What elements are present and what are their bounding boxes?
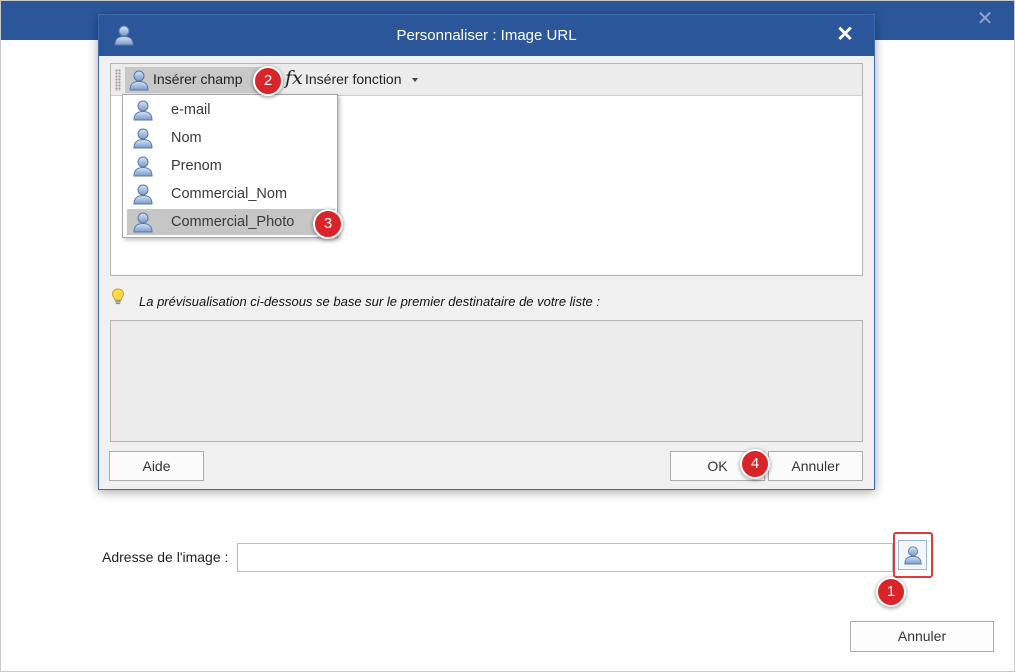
insert-field-button[interactable]	[898, 540, 927, 570]
address-label: Adresse de l'image :	[102, 549, 229, 565]
cancel-button[interactable]: Annuler	[768, 451, 863, 481]
dialog-title: Personnaliser : Image URL	[396, 27, 577, 44]
customize-dialog: Personnaliser : Image URL ✕ Insérer cham…	[98, 14, 875, 490]
field-item-label: Commercial_Photo	[171, 214, 295, 230]
insert-function-button[interactable]: Insérer fonction	[305, 71, 402, 87]
address-input[interactable]	[237, 543, 893, 572]
field-item-email[interactable]: e-mail	[127, 97, 335, 123]
outer-cancel-button[interactable]: Annuler	[850, 621, 994, 652]
function-icon: fx	[285, 67, 303, 89]
editor-toolbar: Insérer champ fx Insérer fonction	[111, 64, 862, 96]
dialog-title-bar: Personnaliser : Image URL ✕	[99, 15, 874, 56]
insert-field-label: Insérer champ	[153, 71, 243, 87]
step-badge-4: 4	[740, 449, 770, 479]
user-icon	[132, 211, 154, 233]
toolbar-grip[interactable]	[115, 69, 121, 91]
user-icon	[132, 99, 154, 121]
field-item-label: Commercial_Nom	[171, 186, 288, 202]
user-icon	[903, 545, 923, 565]
field-item-nom[interactable]: Nom	[127, 125, 335, 151]
field-item-label: e-mail	[171, 102, 211, 118]
preview-area	[110, 320, 863, 442]
step-badge-1: 1	[876, 577, 906, 607]
field-item-label: Nom	[171, 130, 202, 146]
user-icon	[132, 155, 154, 177]
step-badge-3: 3	[313, 209, 343, 239]
user-icon	[132, 127, 154, 149]
fields-dropdown: e-mail Nom Prenom Commercial_Nom Commerc…	[122, 94, 338, 238]
chevron-down-icon[interactable]	[412, 78, 418, 82]
dialog-close-icon[interactable]: ✕	[835, 24, 855, 45]
field-item-prenom[interactable]: Prenom	[127, 153, 335, 179]
insert-field-menu-button[interactable]: Insérer champ	[125, 67, 271, 93]
help-button[interactable]: Aide	[109, 451, 204, 481]
user-icon	[132, 183, 154, 205]
user-icon	[128, 69, 150, 91]
step-badge-2: 2	[253, 66, 283, 96]
field-item-commercial-photo[interactable]: Commercial_Photo	[127, 209, 335, 235]
field-item-label: Prenom	[171, 158, 222, 174]
lightbulb-icon	[111, 288, 125, 305]
preview-hint: La prévisualisation ci-dessous se base s…	[139, 294, 601, 309]
field-item-commercial-nom[interactable]: Commercial_Nom	[127, 181, 335, 207]
